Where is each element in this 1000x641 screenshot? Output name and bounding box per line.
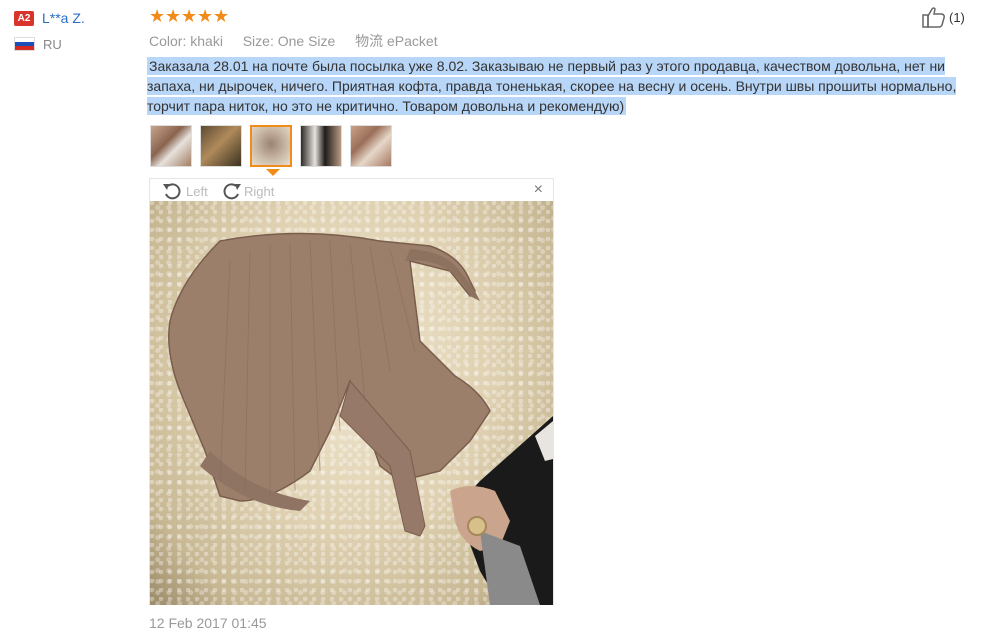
star-icon: ★ (197, 6, 214, 26)
shipping-value: ePacket (387, 33, 438, 49)
star-rating: ★★★★★ (149, 6, 229, 27)
helpful-count: (1) (949, 9, 965, 25)
rotate-right-label: Right (244, 183, 275, 199)
review-text-block: Заказала 28.01 на почте была посылка уже… (147, 56, 967, 116)
review-text: Заказала 28.01 на почте была посылка уже… (147, 57, 957, 115)
star-icon: ★ (165, 6, 182, 26)
thumbs-up-icon (922, 7, 945, 28)
helpful-button[interactable]: (1) (922, 6, 965, 28)
rotate-left-label: Left (186, 183, 208, 199)
rotate-left-button[interactable]: Left (162, 181, 208, 201)
star-icon: ★ (213, 6, 230, 26)
reviewer-name[interactable]: L**a Z. (42, 10, 85, 26)
review-photo (150, 201, 553, 605)
size-value: One Size (277, 33, 336, 49)
size-label: Size: (242, 33, 274, 49)
photo-thumbnail[interactable] (350, 125, 392, 167)
shipping-label: 物流 (355, 33, 384, 49)
rotate-left-icon (163, 183, 181, 200)
photo-thumbnail[interactable] (150, 125, 192, 167)
color-value: khaki (190, 33, 223, 49)
russia-flag-icon (14, 37, 35, 51)
viewer-toolbar: Left Right × (150, 179, 553, 201)
photo-thumbnail-active[interactable] (250, 125, 292, 176)
rotate-right-icon (223, 183, 241, 200)
photo-thumbnail[interactable] (300, 125, 342, 167)
photo-viewer: Left Right × (149, 178, 554, 605)
rotate-right-button[interactable]: Right (220, 181, 274, 201)
reviewer-info: A2 L**a Z. RU (14, 8, 134, 54)
user-level-badge: A2 (14, 10, 34, 26)
close-icon[interactable]: × (534, 181, 543, 199)
star-icon: ★ (149, 6, 166, 26)
review-date: 12 Feb 2017 01:45 (149, 615, 267, 631)
active-pointer-icon (266, 169, 280, 176)
reviewer-country: RU (43, 36, 62, 52)
order-attributes: Color: khaki Size: One Size 物流 ePacket (149, 31, 438, 51)
sweater-photo-illustration (168, 232, 553, 605)
photo-thumbnail[interactable] (200, 125, 242, 167)
star-icon: ★ (181, 6, 198, 26)
color-label: Color: (149, 33, 187, 49)
